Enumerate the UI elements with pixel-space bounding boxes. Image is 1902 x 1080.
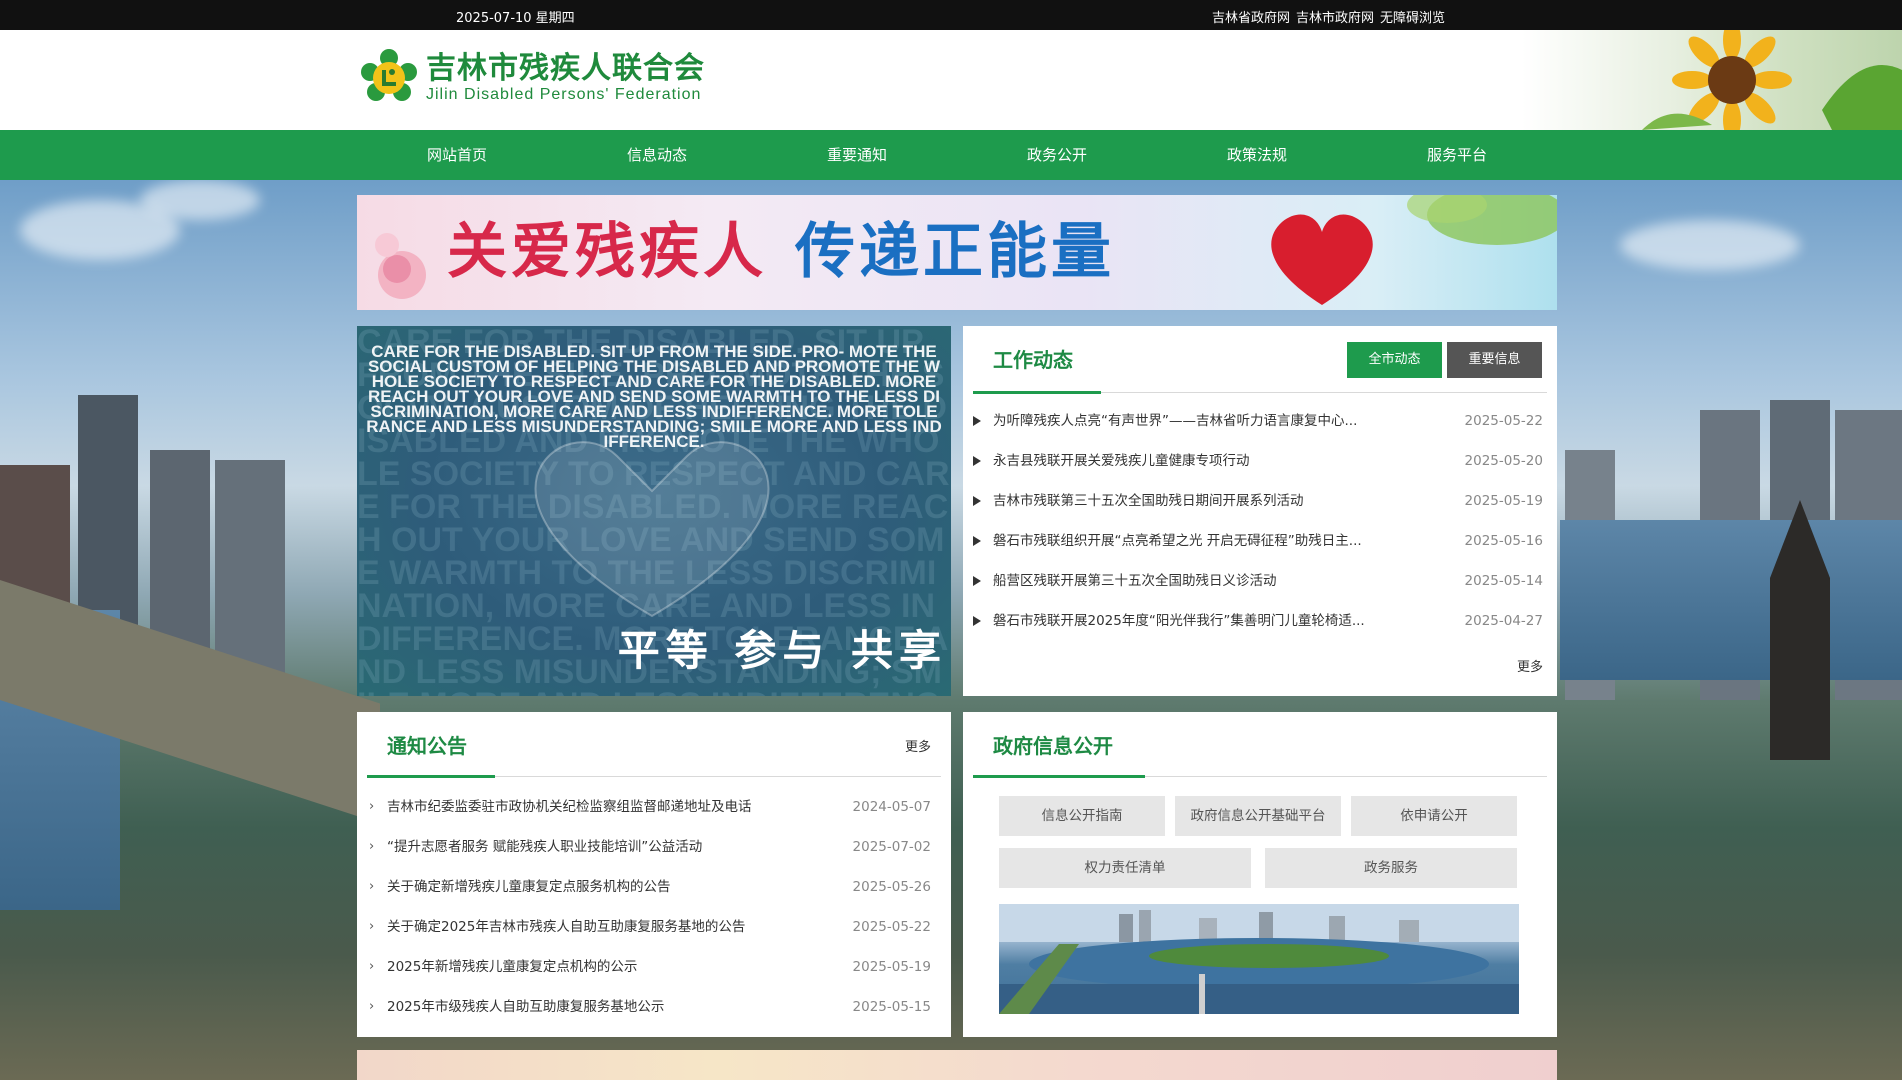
hero-image-carousel[interactable]: CARE FOR THE DISABLED. SIT UP FROM THE S…: [357, 326, 951, 696]
notice-title: 通知公告: [387, 734, 467, 758]
tree-decoration: [1407, 195, 1557, 245]
triangle-bullet-icon: [973, 496, 981, 506]
notice-more-link[interactable]: 更多: [905, 736, 931, 755]
gov-info-platform-button[interactable]: 政府信息公开基础平台: [1175, 796, 1341, 836]
background-city-scene: [0, 180, 1902, 1080]
nav-government-affairs[interactable]: 政务公开: [957, 130, 1157, 180]
slogan-banner: 关爱残疾人 传递正能量: [357, 195, 1557, 310]
gov-info-panel: 政府信息公开 信息公开指南 政府信息公开基础平台 依申请公开 权力责任清单 政务…: [963, 712, 1557, 1037]
chevron-right-icon: ›: [369, 999, 375, 1014]
notice-item[interactable]: › 关于确定新增残疾儿童康复定点服务机构的公告 2025-05-26: [367, 867, 931, 907]
site-logo[interactable]: 吉林市残疾人联合会 Jilin Disabled Persons' Federa…: [360, 48, 705, 108]
work-news-more-link[interactable]: 更多: [1517, 656, 1543, 675]
chevron-right-icon: ›: [369, 919, 375, 934]
nav-info-news[interactable]: 信息动态: [557, 130, 757, 180]
triangle-bullet-icon: [973, 416, 981, 426]
top-links: 吉林省政府网 吉林市政府网 无障碍浏览: [1212, 7, 1445, 26]
power-responsibility-list-button[interactable]: 权力责任清单: [999, 848, 1251, 888]
heart-icon: [1271, 214, 1373, 305]
nav-policies-regulations[interactable]: 政策法规: [1157, 130, 1357, 180]
work-news-panel: 工作动态 全市动态 重要信息 为听障残疾人点亮“有声世界”——吉林省听力语言康复…: [963, 326, 1557, 696]
notice-item[interactable]: › “提升志愿者服务 赋能残疾人职业技能培训”公益活动 2025-07-02: [367, 827, 931, 867]
news-item[interactable]: 永吉县残联开展关爱残疾儿童健康专项行动 2025-05-20: [973, 441, 1543, 481]
chevron-right-icon: ›: [369, 799, 375, 814]
hero-caption: 平等 参与 共享: [617, 626, 947, 675]
notice-item[interactable]: › 2025年市级残疾人自助互助康复服务基地公示 2025-05-15: [367, 987, 931, 1027]
flower-decoration-icon: [375, 233, 426, 299]
tab-important-info[interactable]: 重要信息: [1447, 342, 1542, 378]
link-accessibility[interactable]: 无障碍浏览: [1380, 7, 1445, 26]
chevron-right-icon: ›: [369, 839, 375, 854]
news-item[interactable]: 为听障残疾人点亮“有声世界”——吉林省听力语言康复中心... 2025-05-22: [973, 401, 1543, 441]
tab-city-news[interactable]: 全市动态: [1347, 342, 1442, 378]
news-item[interactable]: 磐石市残联组织开展“点亮希望之光 开启无碍征程”助残日主... 2025-05-1…: [973, 521, 1543, 561]
apply-disclosure-button[interactable]: 依申请公开: [1351, 796, 1517, 836]
federation-emblem-icon: [360, 48, 418, 108]
nav-important-notices[interactable]: 重要通知: [757, 130, 957, 180]
site-header: 吉林市残疾人联合会 Jilin Disabled Persons' Federa…: [0, 30, 1902, 130]
notice-item[interactable]: › 吉林市纪委监委驻市政协机关纪检监察组监督邮递地址及电话 2024-05-07: [367, 787, 931, 827]
logo-english-name: Jilin Disabled Persons' Federation: [426, 86, 702, 103]
top-bar: 2025-07-10 星期四 吉林省政府网 吉林市政府网 无障碍浏览: [0, 0, 1902, 30]
link-jilin-city-gov[interactable]: 吉林市政府网: [1296, 7, 1374, 26]
sunflower-decoration: [1522, 30, 1902, 130]
bottom-banner-strip: [357, 1050, 1557, 1080]
work-news-title: 工作动态: [993, 348, 1073, 372]
triangle-bullet-icon: [973, 536, 981, 546]
news-item[interactable]: 船营区残联开展第三十五次全国助残日义诊活动 2025-05-14: [973, 561, 1543, 601]
notice-item[interactable]: › 关于确定2025年吉林市残疾人自助互助康复服务基地的公告 2025-05-22: [367, 907, 931, 947]
notice-panel: 通知公告 更多 › 吉林市纪委监委驻市政协机关纪检监察组监督邮递地址及电话 2024…: [357, 712, 951, 1037]
gov-info-guide-button[interactable]: 信息公开指南: [999, 796, 1165, 836]
city-aerial-photo[interactable]: [999, 904, 1519, 1014]
notice-item[interactable]: › 2025年新增残疾儿童康复定点机构的公示 2025-05-19: [367, 947, 931, 987]
banner-slogan-left: 关爱残疾人: [447, 217, 767, 287]
banner-slogan-right: 传递正能量: [795, 217, 1115, 287]
nav-service-platform[interactable]: 服务平台: [1357, 130, 1557, 180]
news-item[interactable]: 吉林市残联第三十五次全国助残日期间开展系列活动 2025-05-19: [973, 481, 1543, 521]
main-nav: 网站首页 信息动态 重要通知 政务公开 政策法规 服务平台: [0, 130, 1902, 180]
chevron-right-icon: ›: [369, 879, 375, 894]
government-service-button[interactable]: 政务服务: [1265, 848, 1517, 888]
gov-info-title: 政府信息公开: [993, 734, 1113, 758]
chevron-right-icon: ›: [369, 959, 375, 974]
current-date: 2025-07-10 星期四: [456, 11, 575, 26]
news-item[interactable]: 磐石市残联开展2025年度“阳光伴我行”集善明门儿童轮椅适... 2025-04-…: [973, 601, 1543, 641]
hero-wordcloud: CARE FOR THE DISABLED. SIT UP FROM THE S…: [366, 342, 942, 451]
link-jilin-province-gov[interactable]: 吉林省政府网: [1212, 7, 1290, 26]
nav-home[interactable]: 网站首页: [357, 130, 557, 180]
triangle-bullet-icon: [973, 456, 981, 466]
triangle-bullet-icon: [973, 576, 981, 586]
triangle-bullet-icon: [973, 616, 981, 626]
logo-chinese-name: 吉林市残疾人联合会: [426, 51, 705, 86]
